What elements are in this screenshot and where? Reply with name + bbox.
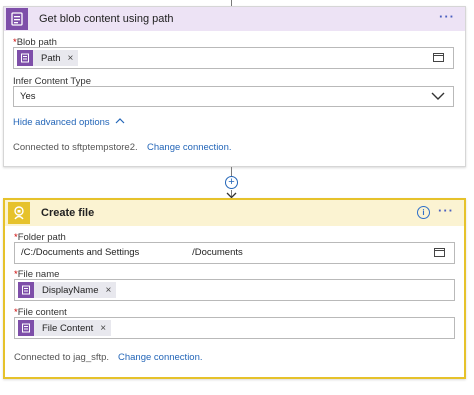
hide-advanced-options-link[interactable]: Hide advanced options bbox=[13, 117, 125, 128]
blob-path-field[interactable]: Path × bbox=[13, 47, 454, 69]
infer-content-type-select[interactable]: Yes bbox=[13, 86, 454, 107]
arrow-down-icon bbox=[226, 190, 237, 198]
blob-token-icon bbox=[18, 320, 34, 336]
folder-path-value: /C:/Documents and Settings /Documents bbox=[21, 247, 243, 258]
path-token[interactable]: Path × bbox=[17, 50, 79, 66]
remove-token-button[interactable]: × bbox=[68, 53, 74, 64]
insert-step-button[interactable]: + bbox=[225, 176, 238, 189]
folder-path-field[interactable]: /C:/Documents and Settings /Documents bbox=[14, 242, 455, 264]
change-connection-link[interactable]: Change connection. bbox=[118, 352, 203, 363]
blob-token-icon bbox=[18, 282, 34, 298]
file-name-field[interactable]: DisplayName × bbox=[14, 279, 455, 301]
create-file-header[interactable]: Create file i ··· bbox=[5, 200, 464, 226]
file-content-field[interactable]: File Content × bbox=[14, 317, 455, 339]
more-options-button[interactable]: ··· bbox=[439, 10, 455, 23]
displayname-token[interactable]: DisplayName × bbox=[18, 282, 117, 298]
more-options-button[interactable]: ··· bbox=[438, 204, 454, 217]
displayname-token-label: DisplayName bbox=[42, 284, 99, 296]
hide-advanced-options-label: Hide advanced options bbox=[13, 117, 110, 128]
blob-token-icon bbox=[17, 50, 33, 66]
connection-status: Connected to jag_sftp. bbox=[14, 352, 110, 363]
remove-token-button[interactable]: × bbox=[106, 285, 112, 296]
change-connection-link[interactable]: Change connection. bbox=[147, 142, 232, 153]
file-browse-icon[interactable] bbox=[434, 248, 445, 257]
infer-content-type-value: Yes bbox=[20, 91, 36, 102]
blob-storage-icon bbox=[6, 8, 28, 30]
get-blob-content-header[interactable]: Get blob content using path ··· bbox=[4, 7, 465, 31]
connection-status: Connected to sftptempstore2. bbox=[13, 142, 138, 153]
step-title: Get blob content using path bbox=[39, 13, 174, 25]
get-blob-content-card: Get blob content using path ··· *Blob pa… bbox=[3, 6, 466, 167]
chevron-down-icon bbox=[431, 92, 445, 100]
info-icon[interactable]: i bbox=[417, 206, 430, 219]
remove-token-button[interactable]: × bbox=[100, 323, 106, 334]
file-browse-icon[interactable] bbox=[433, 53, 444, 62]
step-title: Create file bbox=[41, 207, 95, 219]
chevron-up-icon bbox=[115, 118, 125, 124]
create-file-card: Create file i ··· *Folder path /C:/Docum… bbox=[3, 198, 466, 379]
file-content-token-label: File Content bbox=[42, 322, 94, 334]
path-token-label: Path bbox=[41, 52, 61, 64]
sftp-icon bbox=[8, 202, 30, 224]
file-content-token[interactable]: File Content × bbox=[18, 320, 112, 336]
